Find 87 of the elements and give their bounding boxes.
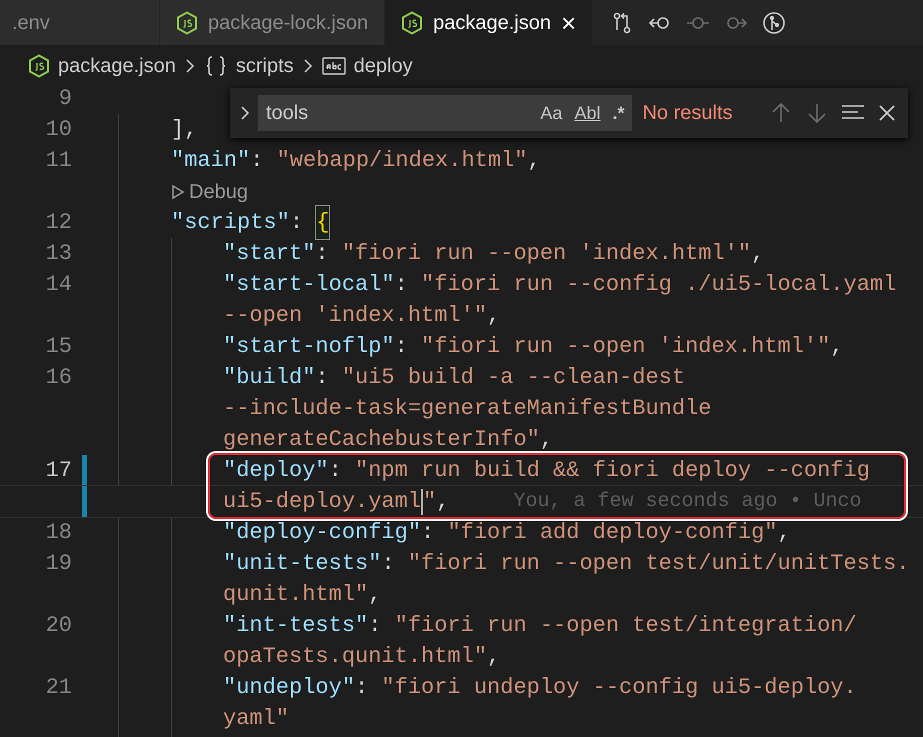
- punctuation: ,: [368, 581, 382, 609]
- nodejs-icon: [401, 10, 424, 34]
- play-icon: [171, 184, 185, 200]
- punctuation: ,: [436, 488, 450, 516]
- json-key: "start-local": [223, 268, 395, 301]
- editor-tab[interactable]: package.json ×: [385, 0, 594, 45]
- json-key: "scripts": [171, 206, 290, 239]
- text-string-icon: [322, 57, 346, 75]
- json-string: "fiori run --open 'index.html'": [421, 333, 830, 361]
- line-number: 9: [58, 86, 72, 111]
- json-key: "start-noflp": [223, 330, 395, 363]
- json-string: "fiori run --open test/unit/unitTests.: [408, 550, 910, 578]
- json-string: "fiori run --config ./ui5-local.yaml: [421, 271, 896, 299]
- line-number: 15: [46, 334, 72, 359]
- find-option-toggle[interactable]: Abl: [574, 100, 600, 126]
- punctuation: ,: [540, 426, 554, 454]
- line-number: 19: [46, 551, 72, 576]
- json-string: "fiori add deploy-config": [447, 519, 778, 547]
- json-key: "unit-tests": [223, 547, 382, 580]
- json-key: "start": [223, 237, 316, 270]
- chevron-right-icon: [302, 57, 314, 75]
- breadcrumb-item[interactable]: scripts: [236, 51, 294, 81]
- punctuation: ,: [487, 643, 500, 671]
- chevron-right-icon: [184, 57, 196, 75]
- find-option-toggle[interactable]: .*: [612, 100, 624, 126]
- json-string: ui5-deploy.yaml: [223, 488, 422, 516]
- git-blame-annotation: You, a few seconds ago • Unco: [513, 488, 862, 514]
- line-number: 16: [46, 365, 72, 390]
- punctuation: :: [381, 550, 395, 578]
- punctuation: :: [421, 519, 434, 547]
- punctuation: ,: [830, 333, 844, 361]
- json-key: "deploy-config": [223, 516, 422, 549]
- line-number: 20: [46, 613, 72, 638]
- json-key: "deploy": [223, 454, 329, 487]
- punctuation: :: [315, 240, 329, 268]
- editor-tab[interactable]: .env: [0, 0, 160, 45]
- punctuation: :: [328, 457, 342, 485]
- punctuation: ,: [527, 147, 541, 175]
- json-string: "fiori run --open 'index.html'": [342, 240, 752, 268]
- json-string: yaml": [223, 705, 290, 733]
- punctuation: :: [394, 333, 408, 361]
- text-cursor: [421, 488, 424, 514]
- punctuation: :: [394, 271, 408, 299]
- json-string: "npm run build && fiori deploy --config: [355, 457, 870, 485]
- breadcrumb-item[interactable]: deploy: [354, 51, 413, 81]
- punctuation: ,: [487, 302, 500, 330]
- punctuation: :: [368, 612, 382, 640]
- find-option-toggle[interactable]: Aa: [540, 100, 562, 126]
- line-number: 13: [46, 241, 72, 266]
- json-string: generateCachebusterInfo": [223, 426, 540, 454]
- punctuation: ,: [751, 240, 764, 268]
- matched-bracket: {: [316, 206, 330, 239]
- json-string: --include-task=generateManifestBundle: [223, 395, 712, 423]
- debug-codelens[interactable]: Debug: [171, 176, 248, 206]
- line-number: 10: [46, 117, 72, 142]
- json-string: ": [423, 488, 436, 516]
- json-key: "main": [171, 144, 250, 177]
- line-number: 12: [46, 210, 72, 235]
- json-string: --open 'index.html'": [223, 302, 488, 330]
- editor-tab[interactable]: package-lock.json: [160, 0, 386, 45]
- close-tab-button[interactable]: ×: [560, 10, 576, 36]
- json-key: "undeploy": [223, 671, 356, 704]
- json-string: "fiori undeploy --config ui5-deploy.: [381, 674, 857, 702]
- nodejs-icon: [176, 10, 198, 34]
- git-graph-icon[interactable]: [761, 10, 788, 36]
- find-status: No results: [642, 101, 734, 126]
- json-string: "webapp/index.html": [276, 147, 528, 175]
- nodejs-icon: [28, 54, 50, 78]
- json-string: opaTests.qunit.html": [223, 643, 488, 671]
- json-key: "build": [223, 361, 316, 394]
- punctuation: ,: [778, 519, 791, 547]
- breadcrumb-item[interactable]: package.json: [58, 51, 176, 81]
- json-key: "int-tests": [223, 609, 368, 642]
- punctuation: :: [355, 674, 368, 702]
- json-string: qunit.html": [223, 581, 368, 609]
- punctuation: ],: [171, 116, 198, 144]
- line-number: 18: [46, 520, 72, 545]
- punctuation: :: [250, 147, 264, 175]
- punctuation: :: [315, 364, 329, 392]
- json-string: "ui5 build -a --clean-dest: [342, 364, 686, 392]
- find-input-field[interactable]: tools Aa Abl .*: [258, 95, 632, 131]
- line-number: 21: [46, 675, 72, 700]
- json-string: "fiori run --open test/integration/: [394, 612, 857, 640]
- punctuation: :: [290, 209, 304, 237]
- line-number: 11: [46, 148, 72, 173]
- line-number: 17: [46, 458, 72, 483]
- line-number: 14: [46, 272, 72, 297]
